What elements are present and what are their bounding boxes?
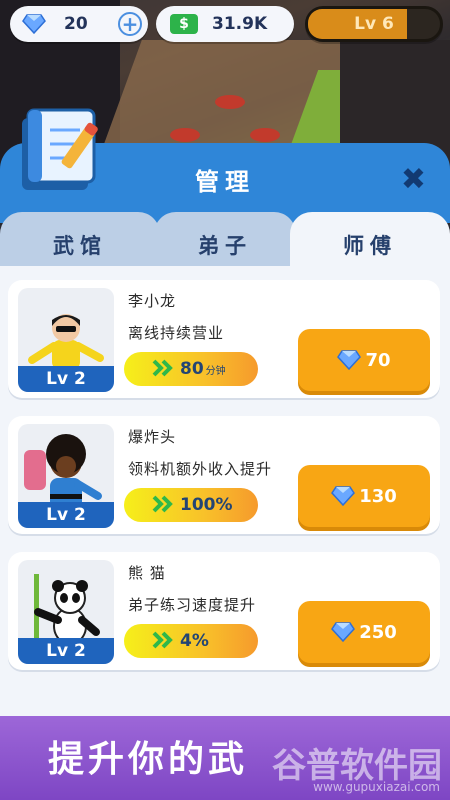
ability-value-number: 80 <box>180 359 204 379</box>
cash-counter: $ 31.9K <box>156 6 294 42</box>
panel-title: 管理 <box>195 168 255 196</box>
promo-banner-text: 提升你的武 <box>48 739 249 780</box>
gems-value: 20 <box>64 14 88 34</box>
master-name: 爆炸头 <box>128 428 177 446</box>
ability-value: 100% <box>180 495 233 515</box>
ability-value-unit: 分钟 <box>205 366 226 377</box>
master-card: Lv 2 李小龙 离线持续营业 80 分钟 70 <box>8 280 440 398</box>
upgrade-button[interactable]: 130 <box>298 465 430 527</box>
ability-value-pill: 100% <box>124 488 258 522</box>
master-level-badge: Lv 2 <box>18 638 114 664</box>
master-card: Lv 2 爆炸头 领料机额外收入提升 100% 130 <box>8 416 440 534</box>
tab-martial-hall[interactable]: 武馆 <box>0 212 160 270</box>
upgrade-price: 250 <box>359 621 397 643</box>
upgrade-button[interactable]: 250 <box>298 601 430 663</box>
scene-mat <box>170 128 200 142</box>
tab-masters[interactable]: 师傅 <box>290 212 450 270</box>
watermark-url: www.gupuxiazai.com <box>313 780 440 794</box>
ability-value: 80 分钟 <box>180 359 226 379</box>
tab-disciples[interactable]: 弟子 <box>154 212 296 270</box>
master-ability: 离线持续营业 <box>128 324 225 342</box>
master-ability: 领料机额外收入提升 <box>128 460 273 478</box>
gems-counter: 20 + <box>10 6 148 42</box>
diamond-icon <box>331 622 356 642</box>
ability-value-pill: 80 分钟 <box>124 352 258 386</box>
level-progress-bar: Lv 6 <box>305 6 443 42</box>
ability-value: 4% <box>180 631 209 651</box>
diamond-icon <box>337 350 362 370</box>
master-avatar: Lv 2 <box>18 560 114 664</box>
scene-mat <box>215 95 245 109</box>
master-level-badge: Lv 2 <box>18 366 114 392</box>
upgrade-button[interactable]: 70 <box>298 329 430 391</box>
scene-mat <box>250 128 280 142</box>
double-arrow-icon <box>152 631 173 649</box>
master-ability: 弟子练习速度提升 <box>128 596 257 614</box>
master-list: Lv 2 李小龙 离线持续营业 80 分钟 70 Lv 2 爆炸头 领料机额外收… <box>0 266 450 716</box>
level-label: Lv 6 <box>354 14 394 34</box>
master-avatar: Lv 2 <box>18 424 114 528</box>
ability-value-pill: 4% <box>124 624 258 658</box>
close-button[interactable]: ✖ <box>401 162 426 197</box>
cash-icon: $ <box>170 14 198 34</box>
master-card: Lv 2 熊 猫 弟子练习速度提升 4% 250 <box>8 552 440 670</box>
upgrade-price: 70 <box>365 349 391 371</box>
diamond-icon <box>331 486 356 506</box>
master-name: 李小龙 <box>128 292 177 310</box>
add-gems-button[interactable]: + <box>118 12 142 36</box>
cash-value: 31.9K <box>212 14 268 34</box>
double-arrow-icon <box>152 359 173 377</box>
double-arrow-icon <box>152 495 173 513</box>
master-level-badge: Lv 2 <box>18 502 114 528</box>
master-avatar: Lv 2 <box>18 288 114 392</box>
master-name: 熊 猫 <box>128 564 166 582</box>
upgrade-price: 130 <box>359 485 397 507</box>
diamond-icon <box>22 14 46 34</box>
